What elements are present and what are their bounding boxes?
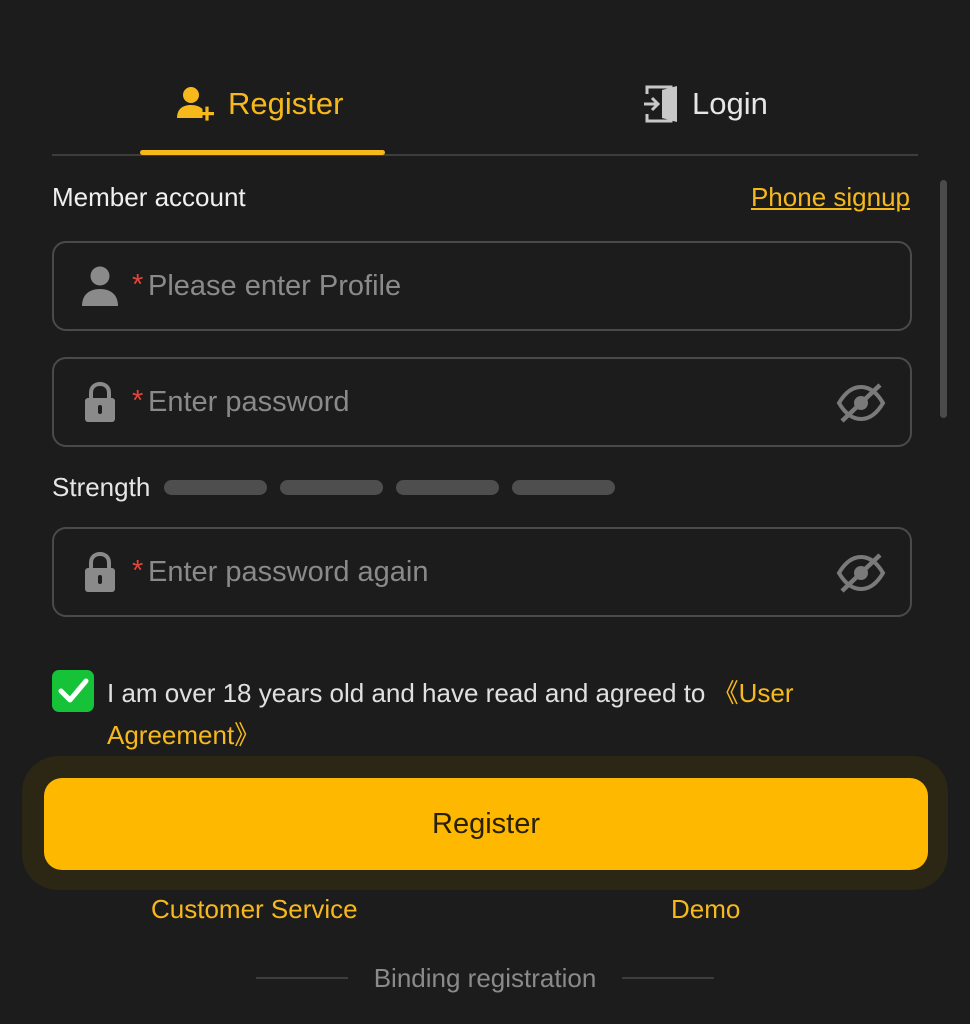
section-title: Member account (52, 182, 246, 212)
profile-field[interactable]: * (52, 241, 912, 331)
password-input[interactable] (148, 359, 798, 445)
login-door-icon (644, 85, 677, 123)
password-field[interactable]: * (52, 357, 912, 447)
tab-login-label: Login (692, 86, 768, 121)
lock-icon (85, 551, 115, 592)
eye-off-icon[interactable] (836, 381, 886, 425)
password-again-field[interactable]: * (52, 527, 912, 617)
divider (622, 977, 715, 979)
strength-label: Strength (52, 471, 151, 502)
tab-register[interactable]: Register (176, 80, 343, 128)
strength-segment (512, 479, 616, 495)
agreement-text: I am over 18 years old and have read and… (107, 678, 713, 708)
required-mark: * (132, 555, 144, 587)
active-tab-indicator (140, 150, 385, 155)
register-button-glow: Register (22, 756, 948, 890)
binding-registration: Binding registration (246, 960, 724, 996)
auth-tabs: Register Login (52, 60, 918, 156)
profile-input[interactable] (148, 243, 798, 329)
required-mark: * (132, 269, 144, 301)
password-again-input[interactable] (148, 529, 798, 615)
strength-segment (396, 479, 500, 495)
scrollbar[interactable] (940, 180, 947, 418)
user-add-icon (177, 87, 214, 121)
tab-login[interactable]: Login (644, 80, 768, 128)
eye-off-icon[interactable] (836, 551, 886, 595)
lock-icon (85, 381, 115, 422)
agreement-text-block: I am over 18 years old and have read and… (107, 672, 867, 756)
strength-segment (164, 479, 268, 495)
divider (255, 977, 348, 979)
user-icon (82, 266, 118, 306)
strength-segment (280, 479, 384, 495)
password-strength: Strength (52, 470, 628, 504)
binding-registration-label: Binding registration (373, 962, 597, 993)
required-mark: * (132, 385, 144, 417)
demo-link[interactable]: Demo (671, 894, 740, 925)
customer-service-link[interactable]: Customer Service (151, 894, 358, 925)
checkmark-icon (58, 678, 89, 703)
tab-register-label: Register (228, 86, 344, 121)
register-button[interactable]: Register (44, 778, 928, 870)
phone-signup-link[interactable]: Phone signup (751, 182, 910, 213)
agreement-checkbox[interactable] (52, 670, 94, 712)
